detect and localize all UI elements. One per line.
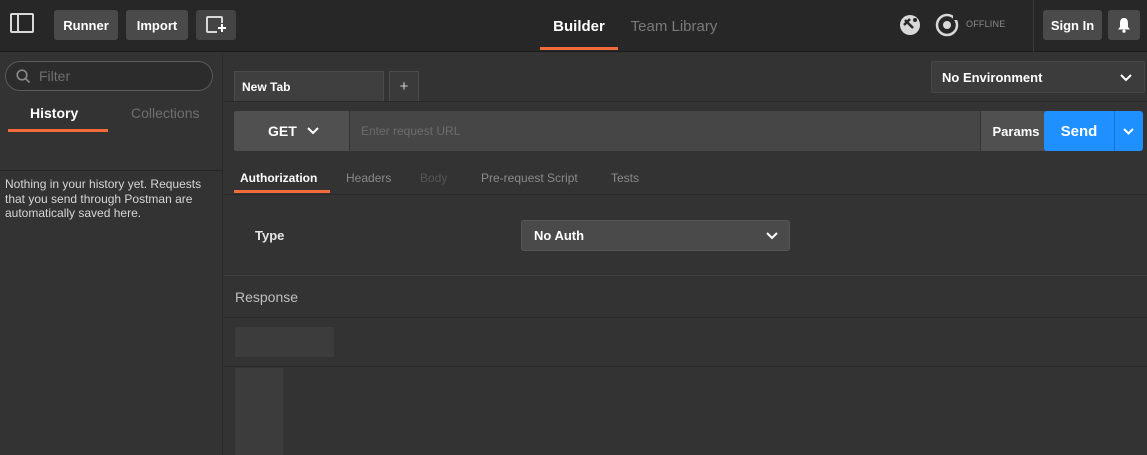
tab-pre-request-script[interactable]: Pre-request Script	[481, 171, 578, 185]
top-toolbar: Runner Import Builder Team Library OFFLI…	[0, 0, 1147, 52]
chevron-down-icon	[307, 127, 319, 135]
add-tab-button[interactable]: +	[389, 71, 419, 101]
history-tab-indicator	[8, 129, 108, 132]
filter-field[interactable]: Filter	[5, 61, 213, 91]
satellite-icon[interactable]	[898, 13, 922, 37]
environment-select[interactable]: No Environment	[931, 61, 1145, 93]
tab-builder[interactable]: Builder	[540, 0, 618, 52]
offline-status: OFFLINE	[966, 19, 1006, 29]
response-placeholder-bar	[235, 327, 334, 357]
request-tab-label: New Tab	[242, 79, 291, 94]
sidebar: Filter History Collections Nothing in yo…	[0, 53, 223, 455]
tab-tests[interactable]: Tests	[611, 171, 639, 185]
new-window-button[interactable]	[196, 10, 236, 40]
send-button[interactable]: Send	[1044, 111, 1114, 151]
send-options-button[interactable]	[1114, 111, 1143, 151]
response-divider	[224, 317, 1147, 318]
runner-button[interactable]: Runner	[54, 10, 118, 40]
url-input[interactable]	[350, 111, 980, 151]
auth-type-label: Type	[255, 228, 285, 243]
tab-team-library[interactable]: Team Library	[626, 0, 722, 52]
method-value: GET	[268, 123, 297, 139]
tabstrip-divider	[224, 101, 1147, 102]
tab-headers[interactable]: Headers	[346, 171, 391, 185]
import-button[interactable]: Import	[126, 10, 188, 40]
response-body-divider	[224, 366, 1147, 367]
response-body-placeholder	[235, 368, 283, 455]
search-icon	[16, 68, 31, 83]
tab-body: Body	[420, 171, 448, 185]
tab-collections[interactable]: Collections	[131, 105, 199, 121]
auth-type-value: No Auth	[534, 228, 585, 243]
filter-placeholder: Filter	[39, 68, 71, 84]
sync-icon[interactable]	[934, 12, 960, 38]
chevron-down-icon	[1120, 74, 1132, 82]
tab-authorization[interactable]: Authorization	[240, 171, 317, 185]
sidebar-divider	[0, 170, 223, 171]
environment-value: No Environment	[942, 69, 1043, 85]
notifications-button[interactable]	[1108, 10, 1140, 40]
chevron-down-icon	[1123, 128, 1134, 135]
sign-in-button[interactable]: Sign In	[1043, 10, 1102, 40]
url-bar: GET Params Send	[234, 111, 1145, 151]
response-heading: Response	[235, 289, 299, 305]
auth-type-select[interactable]: No Auth	[521, 220, 790, 251]
tab-history[interactable]: History	[30, 105, 78, 121]
params-button[interactable]: Params	[981, 111, 1051, 151]
new-window-icon	[206, 16, 226, 34]
method-select[interactable]: GET	[234, 111, 349, 151]
sidebar-toggle-icon[interactable]	[8, 10, 36, 38]
request-tab[interactable]: New Tab	[234, 71, 384, 101]
authorization-tab-indicator	[234, 190, 330, 193]
subtab-divider	[224, 194, 1147, 195]
chevron-down-icon	[766, 232, 778, 240]
request-builder: New Tab + No Environment GET Params Send…	[224, 53, 1147, 455]
request-tab-strip: New Tab + No Environment	[224, 53, 1147, 101]
bell-icon	[1118, 18, 1130, 33]
auth-divider	[224, 275, 1147, 276]
history-empty-message: Nothing in your history yet. Requests th…	[5, 177, 202, 220]
